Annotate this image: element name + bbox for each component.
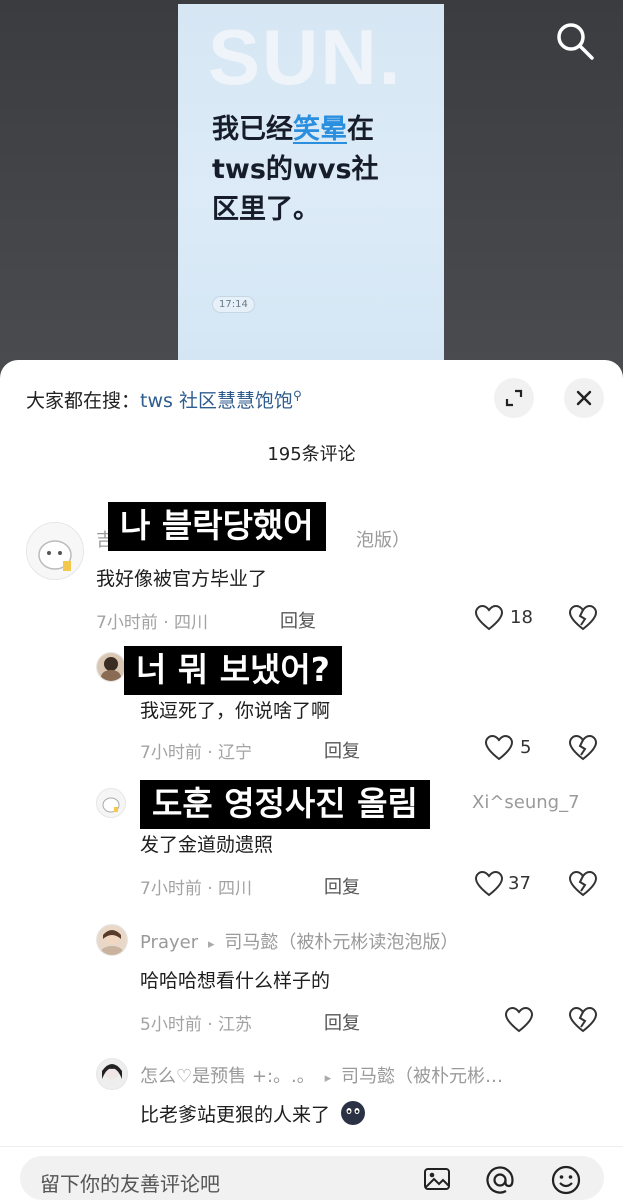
like-count: 5 <box>520 737 532 758</box>
reply-arrow-icon: ▸ <box>320 1071 336 1086</box>
reply-button[interactable]: 回复 <box>324 873 360 899</box>
emoji-sticker-icon <box>341 1101 366 1125</box>
caption-line: tws的wvs社 <box>212 154 379 185</box>
at-icon[interactable] <box>484 1164 516 1196</box>
comment-count: 195条评论 <box>267 444 356 465</box>
author-name: 怎么♡是预售 +:。.。 <box>140 1066 315 1087</box>
avatar-image <box>97 925 127 955</box>
video-brand-text: SUN. <box>208 13 403 101</box>
avatar[interactable] <box>96 652 126 682</box>
subtitle-overlay: 도훈 영정사진 올림 <box>140 780 430 829</box>
avatar-image <box>97 789 125 817</box>
comment-meta: 7小时前 · 辽宁 <box>140 743 253 763</box>
caption-line: 区里了。 <box>212 194 320 225</box>
avatar[interactable] <box>96 924 128 956</box>
expand-button[interactable] <box>494 378 534 418</box>
author-name: Prayer <box>140 932 199 953</box>
search-small-icon: ⚲ <box>292 388 302 403</box>
comment-text: 哈哈哈想看什么样子的 <box>140 970 331 992</box>
heart-icon[interactable] <box>484 734 514 762</box>
caption-part: 在 <box>347 114 374 145</box>
suggestion-query[interactable]: tws 社区慧慧饱饱 <box>140 390 293 412</box>
heart-icon[interactable] <box>474 604 504 632</box>
caption-part: 我已经 <box>212 114 293 145</box>
like-count: 18 <box>510 607 533 628</box>
like-count: 37 <box>508 873 531 894</box>
search-button[interactable] <box>552 18 598 64</box>
video-caption: 我已经笑晕在 tws的wvs社 区里了。 <box>212 110 412 230</box>
comment-text-body: 比老爹站更狠的人来了 <box>140 1104 331 1126</box>
reply-target: 司马懿（被朴元彬… <box>341 1066 503 1087</box>
comment-text: 比老爹站更狠的人来了 <box>140 1100 366 1127</box>
reply-button[interactable]: 回复 <box>280 607 316 633</box>
comment-input-placeholder: 留下你的友善评论吧 <box>40 1172 220 1196</box>
comment-author-tail[interactable]: 泡版） <box>356 526 410 552</box>
subtitle-overlay: 너 뭐 보냈어? <box>124 646 342 695</box>
comment-meta: 7小时前 · 四川 <box>140 879 253 899</box>
reply-button[interactable]: 回复 <box>324 1009 360 1035</box>
reply-button[interactable]: 回复 <box>324 737 360 763</box>
reply-arrow-icon: ▸ <box>203 937 219 952</box>
broken-heart-icon[interactable] <box>568 734 598 762</box>
avatar-image <box>97 1059 127 1089</box>
search-icon <box>557 23 594 60</box>
subtitle-overlay: 나 블락당했어 <box>108 502 326 551</box>
comment-meta: 5小时前 · 江苏 <box>140 1015 253 1035</box>
close-button[interactable] <box>564 378 604 418</box>
comment-meta: 7小时前 · 四川 <box>96 613 209 633</box>
emoji-icon[interactable] <box>550 1164 582 1196</box>
comment-text: 发了金道勋遗照 <box>140 834 274 856</box>
search-suggestion[interactable]: 大家都在搜：tws 社区慧慧饱饱⚲ <box>26 386 302 413</box>
avatar[interactable] <box>96 1058 128 1090</box>
comment-author[interactable]: 怎么♡是预售 +:。.。 ▸ 司马懿（被朴元彬… <box>140 1062 503 1088</box>
comment-text: 我逗死了，你说啥了啊 <box>140 700 331 722</box>
avatar[interactable] <box>26 522 84 580</box>
image-icon[interactable] <box>422 1164 452 1194</box>
avatar-image <box>27 523 83 579</box>
comment-text: 我好像被官方毕业了 <box>96 568 268 590</box>
video-timestamp: 17:14 <box>212 296 255 313</box>
broken-heart-icon[interactable] <box>568 604 598 632</box>
heart-icon[interactable] <box>504 1006 534 1034</box>
expand-icon <box>505 389 523 407</box>
comment-author-tail[interactable]: Xi^seung_7 <box>472 792 580 813</box>
broken-heart-icon[interactable] <box>568 870 598 898</box>
reply-target: 司马懿（被朴元彬读泡泡版） <box>224 932 459 953</box>
close-icon <box>576 390 592 406</box>
video-frame[interactable]: SUN. 我已经笑晕在 tws的wvs社 区里了。 17:14 <box>178 4 444 384</box>
comment-author[interactable]: Prayer ▸ 司马懿（被朴元彬读泡泡版） <box>140 928 458 954</box>
suggestion-prefix: 大家都在搜： <box>26 390 141 412</box>
broken-heart-icon[interactable] <box>568 1006 598 1034</box>
caption-highlight: 笑晕 <box>293 114 347 145</box>
heart-icon[interactable] <box>474 870 504 898</box>
avatar[interactable] <box>96 788 126 818</box>
avatar-image <box>97 653 125 681</box>
